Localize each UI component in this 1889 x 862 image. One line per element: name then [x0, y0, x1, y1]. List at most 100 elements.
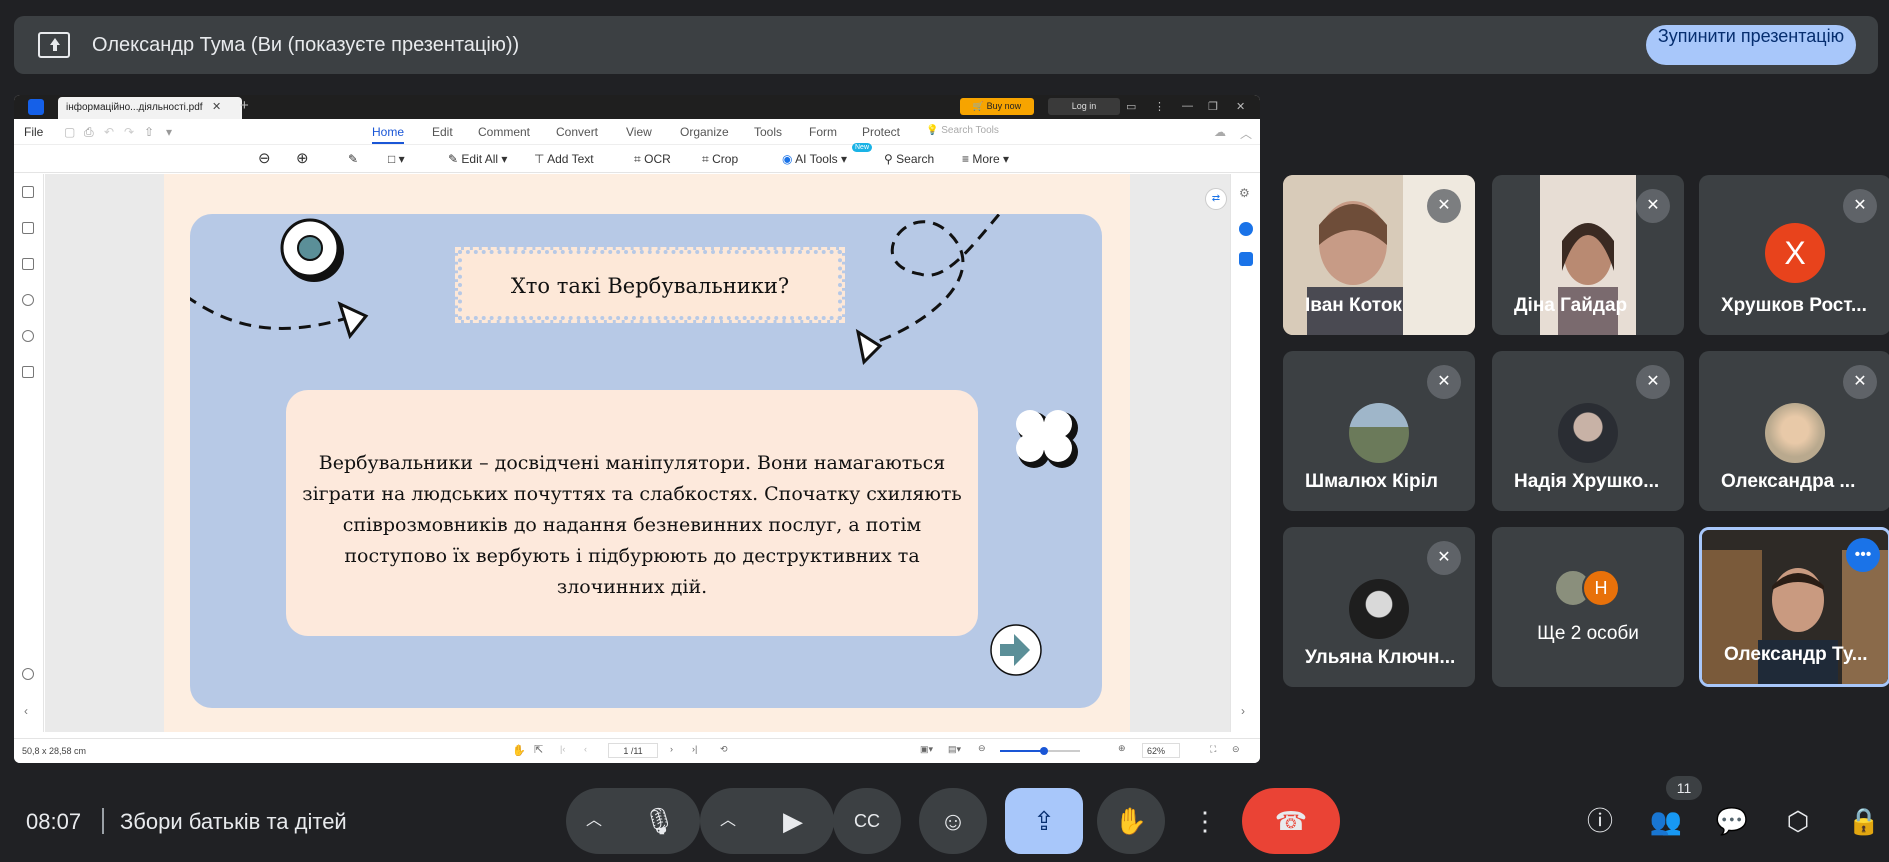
edit-all-button[interactable]: ✎ Edit All ▾	[448, 152, 507, 166]
bookmark-icon[interactable]	[22, 222, 34, 234]
chat-icon[interactable]: 💬	[1712, 801, 1752, 841]
menu-convert[interactable]: Convert	[556, 125, 598, 139]
meeting-info-icon[interactable]: ⓘ	[1580, 801, 1620, 841]
comment-icon[interactable]	[22, 258, 34, 270]
stop-presenting-button[interactable]: Зупинити презентацію	[1646, 25, 1856, 65]
menu-edit[interactable]: Edit	[432, 125, 453, 139]
participant-tile[interactable]: ✕ Іван Коток	[1283, 175, 1475, 335]
collapse-left-icon[interactable]: ‹	[24, 704, 28, 718]
pdf-tab-bar: інформаційно...діяльності.pdf ✕ + 🛒 Buy …	[14, 95, 1260, 119]
pdf-right-sidebar: ⚙ ›	[1230, 174, 1260, 732]
participant-tile[interactable]: Х ✕ Хрушков Рост...	[1699, 175, 1889, 335]
menu-comment[interactable]: Comment	[478, 125, 530, 139]
layers-icon[interactable]	[22, 366, 34, 378]
rotate-icon[interactable]: ⟲	[720, 744, 728, 755]
page-number-input[interactable]: 1 /11	[608, 743, 658, 758]
highlight-icon[interactable]: ✎	[348, 152, 358, 166]
video-options-chevron-icon[interactable]: ︿	[700, 788, 756, 854]
menu-home[interactable]: Home	[372, 125, 405, 144]
translate-float-icon[interactable]: ⇄	[1205, 188, 1227, 210]
camera-icon[interactable]: ▶	[756, 788, 830, 854]
participant-tile[interactable]: ✕ Олександра ...	[1699, 351, 1889, 511]
minimize-icon[interactable]: —	[1182, 100, 1193, 112]
redo-icon[interactable]: ↷	[124, 125, 134, 139]
select-tool-icon[interactable]: ⇱	[534, 743, 543, 756]
zoom-out-icon[interactable]: ⊖	[258, 149, 271, 167]
ai-assistant-icon[interactable]	[1239, 222, 1253, 236]
share-icon[interactable]: ⇧	[144, 125, 154, 139]
log-in-button[interactable]: Log in	[1048, 98, 1120, 115]
search-button[interactable]: ⚲ Search	[884, 152, 934, 166]
participant-tile[interactable]: ✕ Ульяна Ключн...	[1283, 527, 1475, 687]
undo-icon[interactable]: ↶	[104, 125, 114, 139]
save-icon[interactable]: ▢	[64, 125, 75, 139]
more-options-button[interactable]: ⋮	[1175, 788, 1235, 854]
last-page-icon[interactable]: ›|	[692, 744, 697, 754]
menu-protect[interactable]: Protect	[862, 125, 900, 139]
participant-tile[interactable]: ✕ Діна Гайдар	[1492, 175, 1684, 335]
activities-icon[interactable]: ⬡	[1778, 801, 1818, 841]
next-page-icon[interactable]: ›	[670, 744, 673, 754]
zoom-in-icon[interactable]: ⊕	[296, 149, 309, 167]
host-controls-icon[interactable]: 🔒	[1844, 801, 1884, 841]
ai-tools-button[interactable]: ◉ AI Tools ▾	[782, 152, 847, 166]
first-page-icon[interactable]: |‹	[560, 744, 565, 754]
attachment-icon[interactable]	[22, 294, 34, 306]
help-icon[interactable]	[22, 668, 34, 680]
page-display-icon[interactable]: ▣▾	[920, 744, 933, 755]
raise-hand-button[interactable]: ✋	[1097, 788, 1165, 854]
add-text-button[interactable]: ⊤ Add Text	[534, 152, 594, 166]
properties-icon[interactable]: ⚙	[1239, 186, 1250, 200]
participant-tile[interactable]: ✕ Надія Хрушко...	[1492, 351, 1684, 511]
phone-hangup-icon: ☎	[1274, 806, 1308, 836]
buy-now-label: Buy now	[986, 101, 1022, 111]
kebab-menu-icon[interactable]: ⋮	[1154, 100, 1165, 113]
sidebar-search-icon[interactable]	[22, 330, 34, 342]
status-zoom-in-icon[interactable]: ⊕	[1118, 743, 1126, 754]
feedback-icon[interactable]: ▭	[1126, 100, 1136, 113]
fullscreen-icon[interactable]: ⊝	[1232, 744, 1240, 755]
menu-form[interactable]: Form	[809, 125, 837, 139]
status-zoom-out-icon[interactable]: ⊖	[978, 743, 986, 754]
present-button[interactable]: ⇪	[1005, 788, 1083, 854]
participant-tile-more[interactable]: Н Ще 2 особи	[1492, 527, 1684, 687]
quick-access-dropdown-icon[interactable]: ▾	[166, 125, 172, 139]
shape-icon[interactable]: □ ▾	[388, 152, 405, 166]
ocr-button[interactable]: ⌗ OCR	[634, 152, 671, 167]
zoom-slider-thumb[interactable]	[1040, 747, 1048, 755]
print-icon[interactable]: ⎙	[84, 125, 94, 140]
search-tools-input[interactable]: 💡 Search Tools	[926, 125, 999, 136]
collapse-right-icon[interactable]: ›	[1241, 704, 1245, 718]
reactions-button[interactable]: ☺	[919, 788, 987, 854]
prev-page-icon[interactable]: ‹	[584, 744, 587, 754]
audio-options-chevron-icon[interactable]: ︿	[566, 788, 622, 854]
crop-icon: ⌗	[702, 152, 709, 166]
more-button[interactable]: ≡ More ▾	[962, 152, 1009, 166]
menu-organize[interactable]: Organize	[680, 125, 729, 139]
captions-button[interactable]: CC	[833, 788, 901, 854]
participant-tile[interactable]: ✕ Шмалюх Кіріл	[1283, 351, 1475, 511]
microphone-icon[interactable]: 🎙	[622, 788, 696, 854]
fit-page-icon[interactable]: ⛶	[1210, 744, 1216, 755]
new-tab-icon[interactable]: +	[240, 97, 249, 114]
more-options-icon[interactable]: •••	[1846, 538, 1880, 572]
close-tab-icon[interactable]: ✕	[212, 100, 221, 113]
people-icon[interactable]: 👥	[1646, 801, 1686, 841]
hand-tool-icon[interactable]: ✋	[512, 744, 526, 757]
zoom-level-select[interactable]: 62%	[1142, 743, 1180, 758]
menu-view[interactable]: View	[626, 125, 652, 139]
thumbnails-icon[interactable]	[22, 186, 34, 198]
leave-call-button[interactable]: ☎	[1242, 788, 1340, 854]
cloud-icon[interactable]: ☁	[1214, 125, 1226, 139]
buy-now-button[interactable]: 🛒 Buy now	[960, 98, 1034, 115]
ai-translate-icon[interactable]	[1239, 252, 1253, 266]
crop-button[interactable]: ⌗ Crop	[702, 152, 738, 167]
menu-tools[interactable]: Tools	[754, 125, 782, 139]
close-window-icon[interactable]: ✕	[1236, 100, 1245, 113]
zoom-slider[interactable]	[1000, 747, 1080, 755]
page-layout-icon[interactable]: ▤▾	[948, 744, 961, 755]
self-participant-tile[interactable]: ••• Олександр Ту...	[1699, 527, 1889, 687]
collapse-ribbon-icon[interactable]: ︿	[1240, 125, 1252, 142]
restore-icon[interactable]: ❐	[1208, 100, 1218, 113]
file-menu[interactable]: File	[24, 125, 43, 139]
